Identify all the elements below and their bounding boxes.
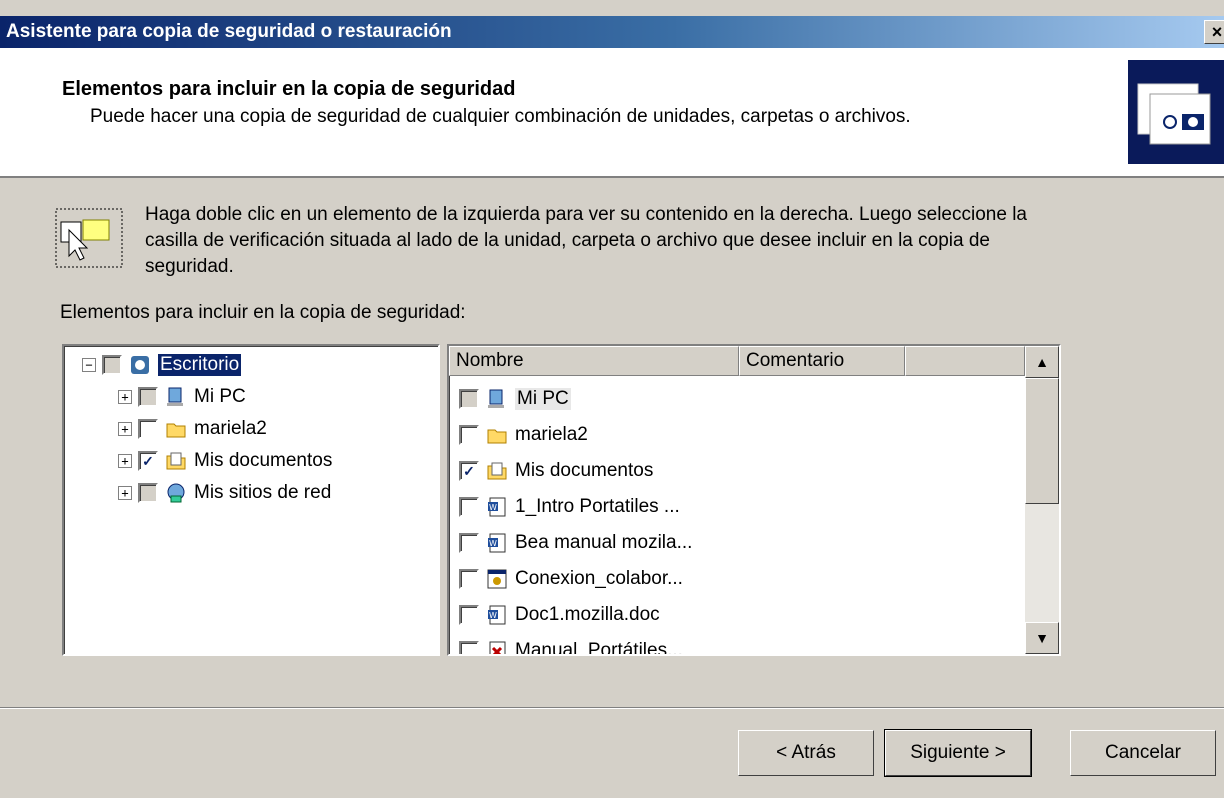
tree-item-mi-pc[interactable]: + Mi PC <box>118 382 246 412</box>
instruction-text: Haga doble clic en un elemento de la izq… <box>145 204 1027 277</box>
expand-toggle[interactable]: + <box>118 422 132 436</box>
word-doc-icon: W <box>485 603 509 627</box>
desktop-icon <box>128 353 152 377</box>
list-item[interactable]: W Bea manual mozila... <box>459 528 692 558</box>
page-subtitle: Puede hacer una copia de seguridad de cu… <box>90 106 911 127</box>
svg-text:W: W <box>489 539 497 548</box>
tree-checkbox[interactable] <box>138 387 158 407</box>
column-header-comentario[interactable]: Comentario <box>739 346 905 376</box>
list-checkbox-checked[interactable]: ✓ <box>459 461 479 481</box>
tree-item-mis-sitios-de-red[interactable]: + Mis sitios de red <box>118 478 331 508</box>
scroll-down-button[interactable]: ▼ <box>1025 622 1059 654</box>
tree-label: Mis documentos <box>194 450 333 471</box>
tree-checkbox[interactable] <box>138 483 158 503</box>
computer-icon <box>485 387 509 411</box>
page-title: Elementos para incluir en la copia de se… <box>62 78 516 100</box>
scroll-thumb[interactable] <box>1025 378 1059 504</box>
list-label: Manual_Portátiles... <box>515 640 683 656</box>
column-header-nombre[interactable]: Nombre <box>449 346 739 376</box>
close-button[interactable]: × <box>1204 20 1224 44</box>
list-item[interactable]: ✓ Mis documentos <box>459 456 653 486</box>
title-bar: Asistente para copia de seguridad o rest… <box>0 16 1224 48</box>
list-label: mariela2 <box>515 424 588 445</box>
svg-text:W: W <box>489 611 497 620</box>
list-checkbox[interactable] <box>459 641 479 654</box>
list-checkbox[interactable] <box>459 497 479 517</box>
tree-checkbox[interactable] <box>138 419 158 439</box>
window-title: Asistente para copia de seguridad o rest… <box>6 21 452 42</box>
word-doc-icon: W <box>485 495 509 519</box>
list-label: Doc1.mozilla.doc <box>515 604 660 625</box>
items-label: Elementos para incluir en la copia de se… <box>60 302 466 323</box>
list-item[interactable]: Manual_Portátiles... <box>459 636 683 656</box>
tree-label: Escritorio <box>158 354 242 376</box>
tree-label: Mis sitios de red <box>194 482 332 503</box>
list-label: Bea manual mozila... <box>515 532 693 553</box>
vertical-scrollbar[interactable]: ▲ ▼ <box>1025 346 1059 654</box>
svg-text:W: W <box>489 503 497 512</box>
file-list[interactable]: Nombre Comentario Mi PC mariela2 ✓ Mis d… <box>447 344 1061 656</box>
tree-checkbox-checked[interactable]: ✓ <box>138 451 158 471</box>
expand-toggle[interactable]: + <box>118 486 132 500</box>
pdf-icon <box>485 639 509 654</box>
cancel-button[interactable]: Cancelar <box>1070 730 1216 776</box>
list-label: Mis documentos <box>515 460 654 481</box>
list-item[interactable]: mariela2 <box>459 420 588 450</box>
footer-divider <box>0 707 1224 709</box>
documents-folder-icon <box>485 459 509 483</box>
list-item[interactable]: W Doc1.mozilla.doc <box>459 600 660 630</box>
computer-icon <box>164 385 188 409</box>
wizard-header: Elementos para incluir en la copia de se… <box>0 48 1224 178</box>
tree-label: Mi PC <box>194 386 246 407</box>
list-checkbox[interactable] <box>459 569 479 589</box>
list-checkbox[interactable] <box>459 605 479 625</box>
list-checkbox[interactable] <box>459 425 479 445</box>
list-label: Mi PC <box>515 388 571 410</box>
folder-icon <box>164 417 188 441</box>
documents-folder-icon <box>164 449 188 473</box>
next-button[interactable]: Siguiente > <box>884 729 1032 777</box>
column-header-empty[interactable] <box>905 346 1025 376</box>
folder-icon <box>485 423 509 447</box>
list-label: Conexion_colabor... <box>515 568 683 589</box>
list-item[interactable]: W 1_Intro Portatiles ... <box>459 492 680 522</box>
tree-item-mariela2[interactable]: + mariela2 <box>118 414 267 444</box>
network-icon <box>164 481 188 505</box>
collapse-toggle[interactable]: − <box>82 358 96 372</box>
list-label: 1_Intro Portatiles ... <box>515 496 680 517</box>
expand-toggle[interactable]: + <box>118 454 132 468</box>
backup-tape-icon <box>1128 60 1224 164</box>
expand-toggle[interactable]: + <box>118 390 132 404</box>
folder-tree[interactable]: − Escritorio + Mi PC + mariela2 + ✓ Mis … <box>62 344 440 656</box>
click-hint-icon <box>55 208 123 268</box>
tree-item-root[interactable]: − Escritorio <box>82 350 242 380</box>
tree-item-mis-documentos[interactable]: + ✓ Mis documentos <box>118 446 332 476</box>
list-item[interactable]: Mi PC <box>459 384 571 414</box>
word-doc-icon: W <box>485 531 509 555</box>
tree-checkbox[interactable] <box>102 355 122 375</box>
scroll-up-button[interactable]: ▲ <box>1025 346 1059 378</box>
back-button[interactable]: < Atrás <box>738 730 874 776</box>
shortcut-icon <box>485 567 509 591</box>
list-item[interactable]: Conexion_colabor... <box>459 564 683 594</box>
tree-label: mariela2 <box>194 418 267 439</box>
list-checkbox[interactable] <box>459 389 479 409</box>
list-checkbox[interactable] <box>459 533 479 553</box>
